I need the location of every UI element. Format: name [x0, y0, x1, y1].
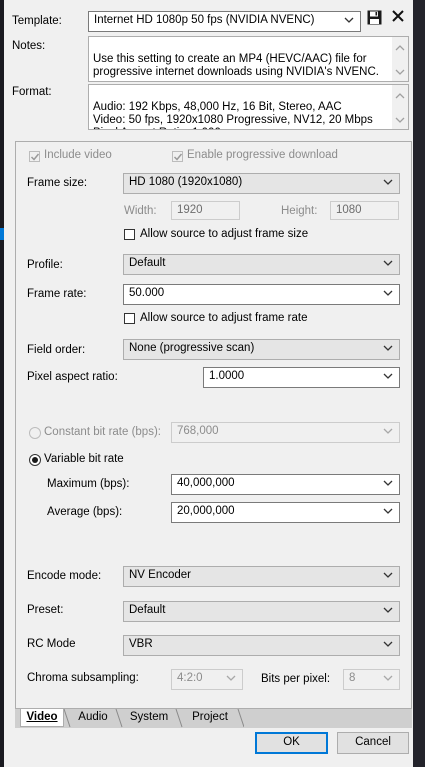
width-label: Width: — [124, 205, 157, 217]
video-settings-panel: Include video Enable progressive downloa… — [15, 141, 412, 709]
constant-bit-rate-label: Constant bit rate (bps): — [44, 426, 161, 438]
template-label: Template: — [12, 15, 62, 27]
encode-mode-dropdown[interactable]: NV Encoder — [123, 566, 400, 587]
field-order-label: Field order: — [27, 344, 86, 356]
bits-per-pixel-dropdown[interactable]: 8 — [343, 669, 400, 690]
chroma-subsampling-label: Chroma subsampling: — [27, 672, 139, 684]
rc-mode-dropdown[interactable]: VBR — [123, 635, 400, 656]
profile-dropdown[interactable]: Default — [123, 254, 400, 275]
allow-frame-size-label: Allow source to adjust frame size — [140, 228, 309, 240]
chevron-down-icon — [383, 343, 393, 353]
bits-per-pixel-label: Bits per pixel: — [261, 673, 331, 685]
width-value: 1920 — [177, 204, 203, 216]
allow-frame-rate-checkbox[interactable] — [124, 313, 135, 324]
progressive-download-checkbox[interactable] — [172, 151, 183, 162]
scroll-up-icon — [395, 91, 405, 99]
chevron-down-icon — [383, 258, 393, 268]
rc-mode-value: VBR — [129, 638, 153, 650]
tab-separators — [64, 709, 244, 728]
chevron-down-icon — [383, 426, 393, 436]
maximum-bps-label: Maximum (bps): — [47, 478, 130, 490]
template-value: Internet HD 1080p 50 fps (NVIDIA NVENC) — [94, 14, 315, 26]
chevron-down-icon — [383, 371, 393, 381]
average-bps-label: Average (bps): — [47, 506, 123, 518]
width-input[interactable]: 1920 — [171, 201, 240, 220]
chroma-subsampling-value: 4:2:0 — [177, 672, 203, 684]
chroma-subsampling-dropdown[interactable]: 4:2:0 — [171, 669, 243, 690]
format-label: Format: — [12, 86, 52, 98]
tab-video-label: Video — [26, 711, 58, 723]
chevron-down-icon — [383, 570, 393, 580]
field-order-dropdown[interactable]: None (progressive scan) — [123, 339, 400, 360]
ok-label: OK — [283, 736, 300, 748]
maximum-bps-value: 40,000,000 — [177, 477, 235, 489]
rc-mode-label: RC Mode — [27, 638, 76, 650]
chevron-down-icon — [383, 478, 393, 488]
include-video-checkbox[interactable] — [29, 151, 40, 162]
constant-bit-rate-combobox[interactable]: 768,000 — [171, 422, 400, 443]
frame-size-label: Frame size: — [27, 177, 88, 189]
template-dropdown[interactable]: Internet HD 1080p 50 fps (NVIDIA NVENC) — [88, 11, 361, 32]
progressive-download-label: Enable progressive download — [187, 149, 338, 161]
chevron-down-icon — [226, 673, 236, 683]
cancel-label: Cancel — [355, 736, 391, 748]
allow-frame-rate-label: Allow source to adjust frame rate — [140, 312, 308, 324]
floppy-disk-icon[interactable] — [367, 10, 382, 25]
chevron-down-icon — [383, 639, 393, 649]
format-scrollbar[interactable] — [392, 85, 408, 129]
preset-label: Preset: — [27, 604, 64, 616]
ok-button[interactable]: OK — [255, 732, 328, 754]
scroll-down-icon — [395, 67, 405, 75]
include-video-label: Include video — [44, 149, 112, 161]
close-x-icon[interactable] — [391, 9, 405, 23]
profile-label: Profile: — [27, 259, 63, 271]
tab-video[interactable]: Video — [20, 709, 64, 727]
frame-size-dropdown[interactable]: HD 1080 (1920x1080) — [123, 173, 400, 194]
constant-bit-rate-radio[interactable] — [29, 427, 41, 439]
encode-mode-value: NV Encoder — [129, 569, 192, 581]
preset-value: Default — [129, 604, 166, 616]
pixel-aspect-ratio-label: Pixel aspect ratio: — [27, 371, 118, 383]
encode-mode-label: Encode mode: — [27, 570, 102, 582]
height-label: Height: — [281, 205, 318, 217]
format-text: Audio: 192 Kbps, 48,000 Hz, 16 Bit, Ster… — [93, 101, 373, 129]
pixel-aspect-ratio-combobox[interactable]: 1.0000 — [203, 367, 400, 388]
constant-bit-rate-value: 768,000 — [177, 425, 219, 437]
height-input[interactable]: 1080 — [330, 201, 399, 220]
render-settings-dialog: Template: Internet HD 1080p 50 fps (NVID… — [4, 0, 413, 767]
frame-size-value: HD 1080 (1920x1080) — [129, 176, 243, 188]
field-order-value: None (progressive scan) — [129, 342, 255, 354]
chevron-down-icon — [344, 15, 354, 25]
chevron-down-icon — [383, 605, 393, 615]
average-bps-combobox[interactable]: 20,000,000 — [171, 502, 400, 523]
maximum-bps-combobox[interactable]: 40,000,000 — [171, 474, 400, 495]
cancel-button[interactable]: Cancel — [337, 732, 409, 754]
frame-rate-combobox[interactable]: 50.000 — [123, 284, 400, 305]
scroll-up-icon — [395, 43, 405, 51]
notes-text: Use this setting to create an MP4 (HEVC/… — [93, 53, 379, 78]
chevron-down-icon — [383, 177, 393, 187]
profile-value: Default — [129, 257, 166, 269]
bits-per-pixel-value: 8 — [349, 672, 356, 684]
preset-dropdown[interactable]: Default — [123, 601, 400, 622]
allow-frame-size-checkbox[interactable] — [124, 229, 135, 240]
scroll-down-icon — [395, 115, 405, 123]
background-editor-right — [413, 0, 425, 767]
chevron-down-icon — [383, 673, 393, 683]
frame-rate-label: Frame rate: — [27, 288, 87, 300]
chevron-down-icon — [383, 506, 393, 516]
variable-bit-rate-radio[interactable] — [29, 454, 41, 466]
pixel-aspect-ratio-value: 1.0000 — [209, 370, 245, 382]
frame-rate-value: 50.000 — [129, 287, 165, 299]
average-bps-value: 20,000,000 — [177, 505, 235, 517]
format-textarea[interactable]: Audio: 192 Kbps, 48,000 Hz, 16 Bit, Ster… — [88, 84, 409, 130]
variable-bit-rate-label: Variable bit rate — [44, 453, 124, 465]
notes-textarea[interactable]: Use this setting to create an MP4 (HEVC/… — [88, 36, 409, 82]
notes-label: Notes: — [12, 40, 46, 52]
height-value: 1080 — [336, 204, 362, 216]
chevron-down-icon — [383, 288, 393, 298]
notes-scrollbar[interactable] — [392, 37, 408, 81]
